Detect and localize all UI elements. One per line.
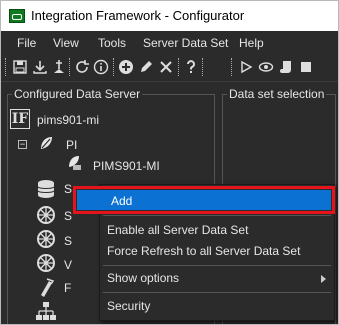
menu-server-data-set[interactable]: Server Data Set bbox=[143, 36, 228, 50]
toolbar-separator bbox=[69, 58, 71, 76]
wheel-icon bbox=[35, 253, 57, 273]
tool-icon bbox=[35, 277, 57, 297]
submenu-arrow-icon bbox=[321, 275, 326, 283]
menu-separator bbox=[103, 265, 331, 266]
menu-item-label: Add bbox=[111, 194, 133, 208]
toolbar-separator bbox=[178, 58, 180, 76]
integration-framework-app-icon bbox=[9, 9, 25, 23]
menu-item-enable-all-server-data-set[interactable]: Enable all Server Data Set bbox=[100, 219, 334, 241]
panel-title: Data set selection bbox=[227, 87, 327, 101]
toolbar bbox=[1, 54, 338, 82]
window-title: Integration Framework - Configurator bbox=[31, 8, 245, 23]
toolbar-grip bbox=[5, 58, 7, 76]
menu-separator bbox=[103, 292, 331, 293]
toolbar-grip bbox=[231, 58, 233, 76]
add-icon[interactable] bbox=[117, 58, 135, 76]
menu-separator bbox=[103, 215, 331, 216]
collapse-icon[interactable]: − bbox=[18, 140, 27, 149]
menu-tools[interactable]: Tools bbox=[98, 36, 126, 50]
toolbar-separator bbox=[202, 58, 204, 76]
play-icon[interactable] bbox=[237, 58, 255, 76]
tree-item-label-partial[interactable]: V bbox=[64, 258, 72, 272]
menu-help[interactable]: Help bbox=[239, 36, 264, 50]
wheel-icon bbox=[35, 205, 57, 225]
preview-icon[interactable] bbox=[257, 58, 275, 76]
menu-item-show-options[interactable]: Show options bbox=[100, 267, 334, 289]
menu-item-add-highlight: Add bbox=[77, 190, 331, 210]
tree-item-label-partial[interactable]: S bbox=[64, 234, 72, 248]
server-node-label[interactable]: pims901-mi bbox=[37, 113, 99, 127]
panel-title: Configured Data Server bbox=[12, 87, 143, 101]
pi-server-icon bbox=[65, 153, 83, 171]
wheel-icon bbox=[35, 229, 57, 249]
menu-bar: File View Tools Server Data Set Help bbox=[1, 32, 338, 54]
integration-framework-icon: IF bbox=[10, 109, 30, 129]
script-icon[interactable] bbox=[277, 58, 295, 76]
download-icon[interactable] bbox=[31, 58, 49, 76]
refresh-icon[interactable] bbox=[73, 58, 91, 76]
deploy-icon[interactable] bbox=[50, 58, 68, 76]
configurator-window: Integration Framework - Configurator Fil… bbox=[0, 0, 339, 325]
delete-icon[interactable] bbox=[157, 58, 175, 76]
save-icon[interactable] bbox=[11, 58, 29, 76]
tree-item-label-partial[interactable]: F bbox=[64, 281, 71, 295]
pi-leaf-icon bbox=[37, 134, 55, 152]
pi-server-label[interactable]: PIMS901-MI bbox=[93, 159, 160, 173]
database-icon bbox=[35, 179, 57, 199]
menu-item-security[interactable]: Security bbox=[100, 295, 334, 317]
tree-item-label-partial[interactable]: S bbox=[64, 182, 72, 196]
toolbar-separator bbox=[113, 58, 115, 76]
pi-node-label[interactable]: PI bbox=[66, 138, 77, 152]
menu-item-add[interactable]: Add bbox=[73, 186, 335, 214]
title-bar: Integration Framework - Configurator bbox=[1, 1, 338, 31]
menu-item-force-refresh[interactable]: Force Refresh to all Server Data Set bbox=[100, 240, 334, 262]
network-icon bbox=[35, 301, 57, 321]
help-icon[interactable] bbox=[182, 58, 200, 76]
tree-item-label-partial[interactable]: S bbox=[64, 209, 72, 223]
stop-icon[interactable] bbox=[297, 58, 315, 76]
edit-icon[interactable] bbox=[137, 58, 155, 76]
info-icon[interactable] bbox=[92, 58, 110, 76]
menu-item-label: Show options bbox=[107, 271, 180, 285]
menu-view[interactable]: View bbox=[53, 36, 79, 50]
menu-file[interactable]: File bbox=[17, 36, 36, 50]
